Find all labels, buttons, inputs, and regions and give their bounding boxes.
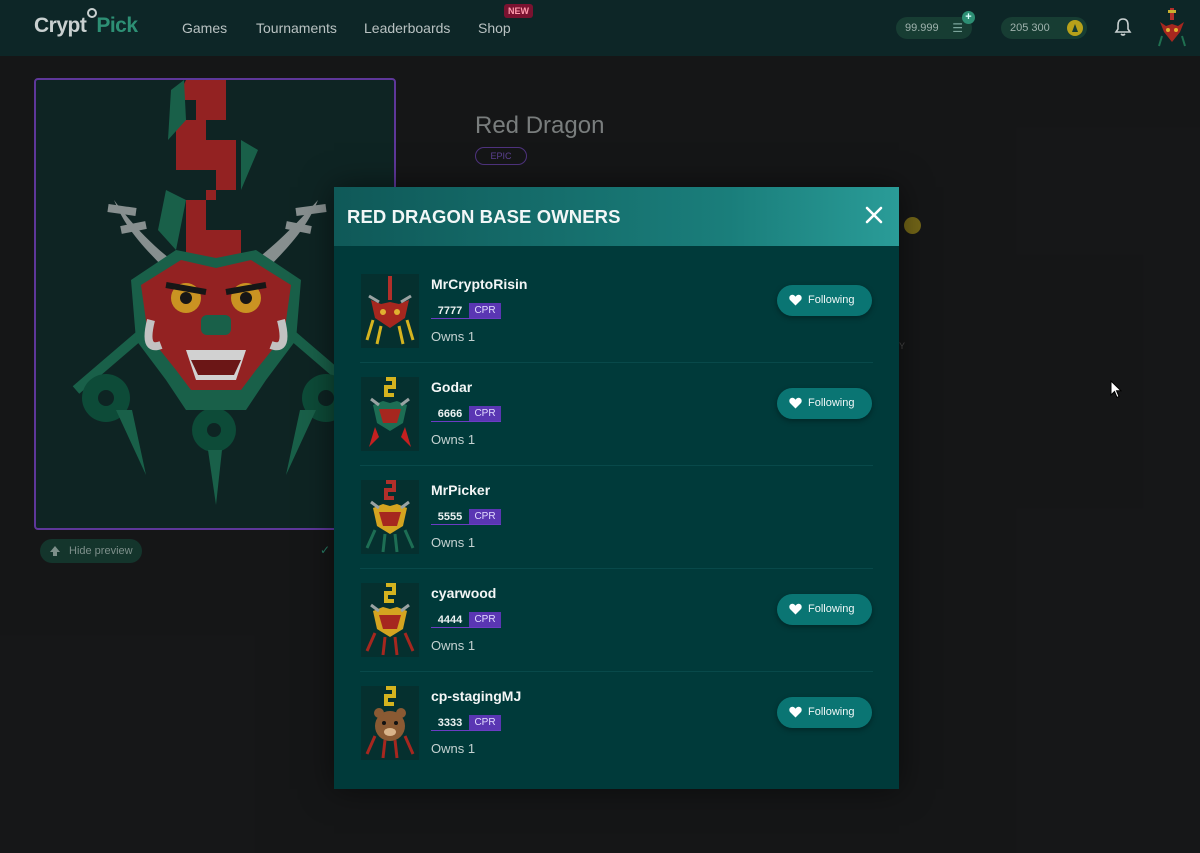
owner-name[interactable]: MrPicker: [431, 482, 490, 498]
close-icon[interactable]: [864, 205, 884, 225]
logo-text-pick: Pick: [96, 14, 138, 37]
owner-name[interactable]: cyarwood: [431, 585, 496, 601]
equals-icon: ☰: [952, 21, 963, 35]
following-label: Following: [808, 603, 855, 615]
owner-name[interactable]: MrCryptoRisin: [431, 276, 527, 292]
owner-avatar[interactable]: [361, 686, 419, 760]
owner-score: 5555 CPR: [431, 509, 501, 525]
user-avatar[interactable]: [1158, 8, 1186, 48]
following-button[interactable]: Following: [777, 388, 872, 419]
owns-count: Owns 1: [431, 638, 476, 653]
score-unit: CPR: [469, 406, 501, 421]
cryptopick-logo[interactable]: Crypt Pick: [34, 8, 138, 38]
owner-name[interactable]: cp-stagingMJ: [431, 688, 521, 704]
balance-a-value: 99.999: [905, 22, 939, 34]
score-value: 7777: [437, 305, 463, 317]
score-value: 6666: [437, 408, 463, 420]
owner-avatar[interactable]: [361, 480, 419, 554]
nav-games[interactable]: Games: [182, 20, 227, 36]
owns-count: Owns 1: [431, 432, 476, 447]
balance-b-value: 205 300: [1010, 22, 1050, 34]
following-button[interactable]: Following: [777, 594, 872, 625]
heart-icon: [789, 706, 802, 718]
score-unit: CPR: [469, 715, 501, 730]
owner-row: cp-stagingMJ 3333 CPR Owns 1 Following: [347, 672, 886, 775]
shop-new-badge: NEW: [504, 4, 533, 18]
logo-ring-icon: [87, 8, 97, 18]
owners-modal: RED DRAGON BASE OWNERS MrCryptoRisin 777…: [334, 187, 899, 789]
owns-count: Owns 1: [431, 329, 476, 344]
owner-avatar[interactable]: [361, 583, 419, 657]
nav-leaderboards[interactable]: Leaderboards: [364, 20, 450, 36]
score-value: 5555: [437, 511, 463, 523]
owner-row: cyarwood 4444 CPR Owns 1 Following: [347, 569, 886, 672]
add-funds-icon[interactable]: +: [962, 11, 975, 24]
heart-icon: [789, 294, 802, 306]
owner-row: MrCryptoRisin 7777 CPR Owns 1 Following: [347, 260, 886, 363]
heart-icon: [789, 603, 802, 615]
modal-title: RED DRAGON BASE OWNERS: [347, 206, 621, 227]
notification-bell-icon[interactable]: [1114, 17, 1132, 37]
mouse-cursor-icon: [1110, 380, 1122, 399]
following-label: Following: [808, 706, 855, 718]
nav-shop[interactable]: Shop: [478, 20, 511, 36]
following-label: Following: [808, 294, 855, 306]
balance-pill-b[interactable]: 205 300: [1001, 17, 1087, 39]
owner-score: 6666 CPR: [431, 406, 501, 422]
balance-pill-a[interactable]: 99.999 ☰: [896, 17, 972, 39]
heart-icon: [789, 397, 802, 409]
top-navbar: Crypt Pick Games Tournaments Leaderboards…: [0, 0, 1200, 56]
modal-header: RED DRAGON BASE OWNERS: [334, 187, 899, 246]
score-value: 3333: [437, 717, 463, 729]
owner-row: Godar 6666 CPR Owns 1 Following: [347, 363, 886, 466]
owns-count: Owns 1: [431, 741, 476, 756]
owner-avatar[interactable]: [361, 377, 419, 451]
nav-tournaments[interactable]: Tournaments: [256, 20, 337, 36]
following-button[interactable]: Following: [777, 285, 872, 316]
owner-score: 3333 CPR: [431, 715, 501, 731]
score-unit: CPR: [469, 612, 501, 627]
owner-name[interactable]: Godar: [431, 379, 472, 395]
owns-count: Owns 1: [431, 535, 476, 550]
owner-avatar[interactable]: [361, 274, 419, 348]
owner-score: 7777 CPR: [431, 303, 501, 319]
owner-score: 4444 CPR: [431, 612, 501, 628]
score-unit: CPR: [469, 303, 501, 318]
logo-text-crypt: Crypt: [34, 14, 87, 37]
following-button[interactable]: Following: [777, 697, 872, 728]
score-value: 4444: [437, 614, 463, 626]
coin-icon: [1067, 20, 1083, 36]
following-label: Following: [808, 397, 855, 409]
score-unit: CPR: [469, 509, 501, 524]
owner-row: MrPicker 5555 CPR Owns 1: [347, 466, 886, 569]
